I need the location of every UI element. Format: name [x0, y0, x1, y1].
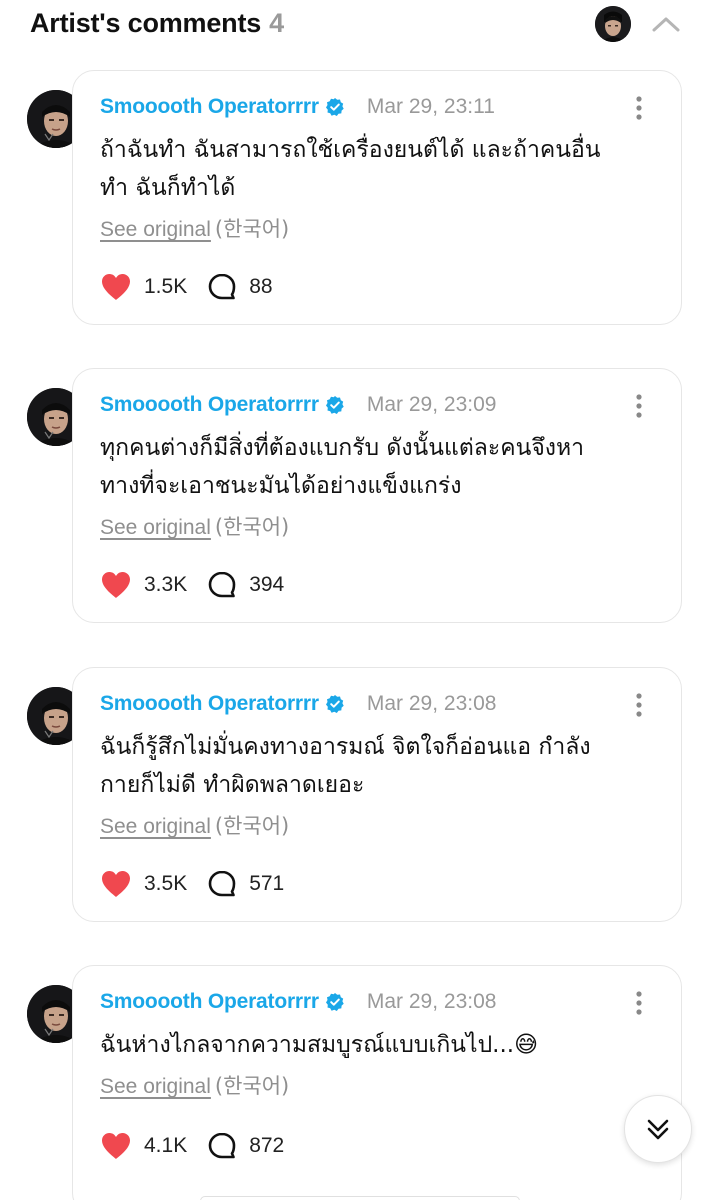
author-name[interactable]: Smooooth Operatorrrr [100, 393, 319, 417]
artist-avatar[interactable] [595, 6, 631, 42]
see-original-link[interactable]: See original [100, 1075, 211, 1098]
comment-text: ถ้าฉันทำ ฉันสามารถใช้เครื่องยนต์ได้ และถ… [100, 131, 660, 207]
comment-count: 4 [269, 8, 284, 38]
verified-badge-icon [325, 993, 344, 1011]
section-title-text: Artist's comments [30, 8, 262, 38]
author-name[interactable]: Smooooth Operatorrrr [100, 692, 319, 716]
original-language: (한국어) [214, 1074, 290, 1098]
like-button[interactable]: 3.5K [100, 869, 187, 899]
comment-text: ฉันก็รู้สึกไม่มั่นคงทางอารมณ์ จิตใจก็อ่อ… [100, 728, 660, 804]
comment-actions: 3.3K 394 [100, 568, 284, 602]
comment-actions: 1.5K 88 [100, 270, 273, 304]
more-options-button[interactable] [629, 692, 649, 718]
comment-timestamp: Mar 29, 23:08 [366, 990, 497, 1013]
more-vertical-icon [636, 394, 642, 418]
comment-header: Smooooth Operatorrrr Mar 29, 23:08 [100, 689, 496, 719]
double-chevron-down-icon [647, 1119, 669, 1140]
comment-actions: 4.1K 872 [100, 1129, 284, 1163]
chevron-up-icon [652, 17, 680, 32]
comment-timestamp: Mar 29, 23:11 [366, 95, 495, 118]
comment-timestamp: Mar 29, 23:09 [366, 393, 497, 416]
more-options-button[interactable] [629, 95, 649, 121]
reply-count: 571 [249, 872, 285, 895]
like-count: 4.1K [144, 1134, 188, 1157]
heart-icon [102, 1133, 130, 1159]
heart-icon [102, 572, 130, 598]
reply-button[interactable]: 88 [207, 272, 273, 302]
comment-text-line: ทำ ฉันก็ทำได้ [100, 175, 236, 201]
translation-row: See original (한국어) [100, 511, 289, 541]
verified-badge-icon [325, 695, 344, 713]
comment-actions: 3.5K 571 [100, 867, 284, 901]
verified-badge-icon [325, 98, 344, 116]
original-language: (한국어) [214, 515, 290, 539]
comment-header: Smooooth Operatorrrr Mar 29, 23:11 [100, 92, 495, 122]
author-name[interactable]: Smooooth Operatorrrr [100, 95, 319, 119]
original-language: (한국어) [214, 217, 290, 241]
translation-row: See original (한국어) [100, 213, 289, 243]
section-title: Artist's comments 4 [30, 8, 284, 39]
like-count: 3.3K [144, 573, 188, 596]
more-vertical-icon [636, 96, 642, 120]
more-vertical-icon [636, 991, 642, 1015]
verified-badge-icon [325, 396, 344, 414]
comment-text: ฉันห่างไกลจากความสมบูรณ์แบบเกินไป...😅 [100, 1026, 660, 1064]
comment-text-line: ถ้าฉันทำ ฉันสามารถใช้เครื่องยนต์ได้ และถ… [100, 137, 601, 163]
heart-icon [102, 274, 130, 300]
reply-count: 88 [249, 275, 273, 298]
see-original-link[interactable]: See original [100, 815, 211, 838]
reply-button[interactable]: 394 [207, 570, 284, 600]
comment-text-line: กายก็ไม่ดี ทำผิดพลาดเยอะ [100, 772, 365, 798]
scroll-down-button[interactable] [624, 1095, 692, 1163]
heart-icon [102, 871, 130, 897]
more-options-button[interactable] [629, 393, 649, 419]
reply-button[interactable]: 571 [207, 869, 284, 899]
comment-card: Smooooth Operatorrrr Mar 29, 23:09 ทุกคน… [72, 368, 682, 623]
reply-count: 394 [249, 573, 285, 596]
speech-bubble-icon [208, 870, 236, 897]
translation-row: See original (한국어) [100, 1070, 289, 1100]
comment-text-line: ทุกคนต่างก็มีสิ่งที่ต้องแบกรับ ดังนั้นแต… [100, 435, 585, 461]
comment-text: ทุกคนต่างก็มีสิ่งที่ต้องแบกรับ ดังนั้นแต… [100, 429, 660, 505]
comment-header: Smooooth Operatorrrr Mar 29, 23:09 [100, 390, 496, 420]
comment-header: Smooooth Operatorrrr Mar 29, 23:08 [100, 987, 496, 1017]
speech-bubble-icon [208, 273, 236, 300]
comment-text-line: ฉันก็รู้สึกไม่มั่นคงทางอารมณ์ จิตใจก็อ่อ… [100, 734, 591, 760]
see-original-link[interactable]: See original [100, 218, 211, 241]
like-button[interactable]: 3.3K [100, 570, 187, 600]
reply-input-edge[interactable] [200, 1196, 520, 1200]
like-count: 3.5K [144, 872, 188, 895]
speech-bubble-icon [208, 1132, 236, 1159]
original-language: (한국어) [214, 814, 290, 838]
like-count: 1.5K [144, 275, 188, 298]
comment-text-line: ฉันห่างไกลจากความสมบูรณ์แบบเกินไป...😅 [100, 1032, 539, 1058]
comment-card: Smooooth Operatorrrr Mar 29, 23:08 ฉันก็… [72, 667, 682, 922]
more-options-button[interactable] [629, 990, 649, 1016]
comments-header: Artist's comments 4 [0, 0, 711, 50]
reply-button[interactable]: 872 [207, 1131, 284, 1161]
author-name[interactable]: Smooooth Operatorrrr [100, 990, 319, 1014]
comment-timestamp: Mar 29, 23:08 [366, 692, 497, 715]
comment-card: Smooooth Operatorrrr Mar 29, 23:11 ถ้าฉั… [72, 70, 682, 325]
more-vertical-icon [636, 693, 642, 717]
comment-text-line: ทางที่จะเอาชนะมันได้อย่างแข็งแกร่ง [100, 473, 462, 499]
reply-count: 872 [249, 1134, 285, 1157]
speech-bubble-icon [208, 571, 236, 598]
translation-row: See original (한국어) [100, 810, 289, 840]
collapse-button[interactable] [646, 8, 686, 40]
comment-card: Smooooth Operatorrrr Mar 29, 23:08 ฉันห่… [72, 965, 682, 1200]
see-original-link[interactable]: See original [100, 516, 211, 539]
like-button[interactable]: 1.5K [100, 272, 187, 302]
like-button[interactable]: 4.1K [100, 1131, 187, 1161]
